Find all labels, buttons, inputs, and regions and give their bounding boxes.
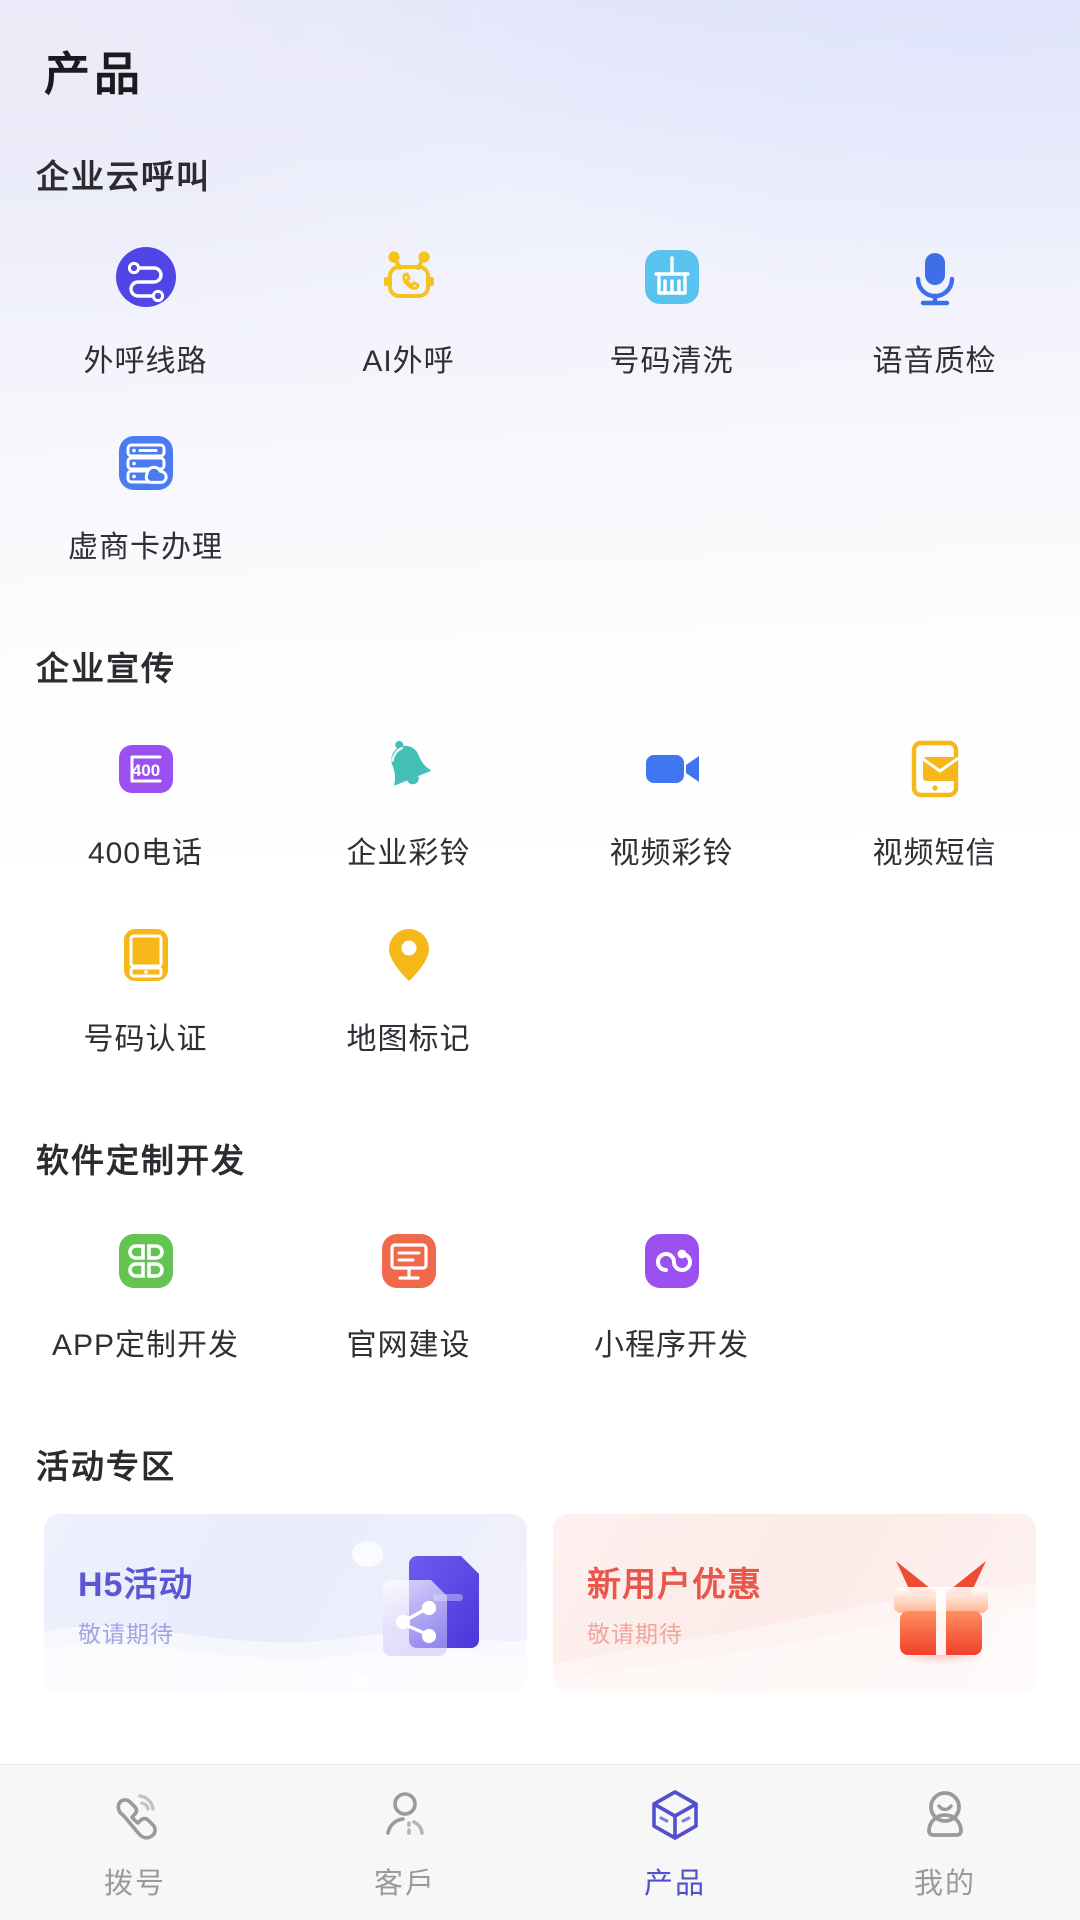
grid-item-label: 语音质检 — [872, 345, 997, 378]
section-cloud-call: 企业云呼叫 外呼线路 AI外呼 号码清洗 语音质检 虚商卡办理 — [0, 150, 1080, 596]
grid-item-label: 地图标记 — [346, 1023, 471, 1056]
grid-item-outbound-line[interactable]: 外呼线路 — [14, 224, 277, 396]
icon-grid: 外呼线路 AI外呼 号码清洗 语音质检 虚商卡办理 — [0, 224, 1080, 596]
mini-program-icon — [633, 1222, 711, 1300]
banner-text: 新用户优惠 敬请期待 — [553, 1557, 762, 1649]
banner-new-user-offer[interactable]: 新用户优惠 敬请期待 — [553, 1514, 1036, 1692]
scroll-content: 产品 企业云呼叫 外呼线路 AI外呼 号码清洗 语音质检 虚商卡办理 企业宣传 … — [0, 0, 1080, 1764]
grid-item-label: 号码清洗 — [609, 345, 734, 378]
grid-item-label: AI外呼 — [362, 345, 455, 378]
section-software-dev: 软件定制开发 APP定制开发 官网建设 小程序开发 — [0, 1134, 1080, 1394]
product-screen: 产品 企业云呼叫 外呼线路 AI外呼 号码清洗 语音质检 虚商卡办理 企业宣传 … — [0, 0, 1080, 1920]
cube-product-icon — [644, 1784, 706, 1846]
video-sms-icon — [896, 730, 974, 808]
banner-subtitle: 敬请期待 — [587, 1621, 683, 1647]
gift-box-art — [852, 1514, 1022, 1692]
app-grid-icon — [107, 1222, 185, 1300]
grid-item-label: 企业彩铃 — [346, 837, 471, 870]
activity-banner-row: H5活动 敬请期待 新用户优惠 敬请期待 — [0, 1514, 1080, 1692]
banner-h5-activity[interactable]: H5活动 敬请期待 — [44, 1514, 527, 1692]
grid-item-400-phone[interactable]: 400 400电话 — [14, 716, 277, 888]
grid-item-mini-program[interactable]: 小程序开发 — [540, 1208, 803, 1380]
video-camera-icon — [633, 730, 711, 808]
section-title: 软件定制开发 — [36, 1142, 246, 1179]
ai-robot-call-icon — [370, 238, 448, 316]
grid-item-website-build[interactable]: 官网建设 — [277, 1208, 540, 1380]
tab-label: 客戶 — [373, 1867, 436, 1900]
server-cloud-card-icon — [107, 424, 185, 502]
grid-item-number-certification[interactable]: 号码认证 — [14, 902, 277, 1074]
grid-item-ai-call[interactable]: AI外呼 — [277, 224, 540, 396]
bell-ringtone-icon — [370, 730, 448, 808]
bottom-tab-bar: 拨号 客戶 产品 我的 — [0, 1764, 1080, 1920]
outbound-line-icon — [107, 238, 185, 316]
grid-item-label: 外呼线路 — [83, 345, 208, 378]
section-title: 活动专区 — [36, 1448, 176, 1485]
grid-item-map-marker[interactable]: 地图标记 — [277, 902, 540, 1074]
tab-dial[interactable]: 拨号 — [0, 1784, 270, 1902]
grid-item-label: 号码认证 — [83, 1023, 208, 1056]
grid-item-label: 小程序开发 — [594, 1329, 749, 1362]
grid-item-label: APP定制开发 — [51, 1329, 240, 1362]
phone-dial-icon — [104, 1784, 166, 1846]
microphone-icon — [896, 238, 974, 316]
section-activity: 活动专区 H5活动 敬请期待 新用户优惠 敬请期待 — [0, 1440, 1080, 1692]
grid-item-voice-quality[interactable]: 语音质检 — [803, 224, 1066, 396]
number-cleaning-broom-icon — [633, 238, 711, 316]
grid-item-video-ringtone[interactable]: 视频彩铃 — [540, 716, 803, 888]
grid-item-label: 视频短信 — [872, 837, 997, 870]
banner-title: H5活动 — [78, 1566, 194, 1604]
icon-grid: APP定制开发 官网建设 小程序开发 — [0, 1208, 1080, 1394]
banner-title: 新用户优惠 — [587, 1566, 762, 1604]
tab-label: 拨号 — [103, 1867, 166, 1900]
svg-text:400: 400 — [131, 761, 159, 780]
banner-text: H5活动 敬请期待 — [44, 1557, 193, 1649]
400-phone-icon: 400 — [107, 730, 185, 808]
map-pin-icon — [370, 916, 448, 994]
icon-grid: 400 400电话 企业彩铃 视频彩铃 视频短信 号码认证 地图标记 — [0, 716, 1080, 1088]
grid-item-placeholder — [803, 1208, 1066, 1380]
grid-item-label: 视频彩铃 — [609, 837, 734, 870]
grid-item-app-development[interactable]: APP定制开发 — [14, 1208, 277, 1380]
tab-label: 我的 — [913, 1867, 976, 1900]
grid-item-number-cleaning[interactable]: 号码清洗 — [540, 224, 803, 396]
section-title: 企业云呼叫 — [36, 158, 211, 195]
share-document-art — [343, 1514, 513, 1692]
grid-item-video-sms[interactable]: 视频短信 — [803, 716, 1066, 888]
page-title: 产品 — [44, 48, 144, 100]
section-title: 企业宣传 — [36, 650, 176, 687]
banner-subtitle: 敬请期待 — [78, 1621, 174, 1647]
grid-item-label: 官网建设 — [346, 1329, 471, 1362]
tab-label: 产品 — [643, 1867, 706, 1900]
profile-person-icon — [914, 1784, 976, 1846]
monitor-website-icon — [370, 1222, 448, 1300]
tab-product[interactable]: 产品 — [540, 1784, 810, 1902]
grid-item-label: 400电话 — [87, 837, 204, 870]
grid-item-virtual-card[interactable]: 虚商卡办理 — [14, 410, 277, 582]
customer-person-icon — [374, 1784, 436, 1846]
phone-certification-icon — [107, 916, 185, 994]
tab-mine[interactable]: 我的 — [810, 1784, 1080, 1902]
tab-customer[interactable]: 客戶 — [270, 1784, 540, 1902]
grid-item-enterprise-ringtone[interactable]: 企业彩铃 — [277, 716, 540, 888]
section-promotion: 企业宣传 400 400电话 企业彩铃 视频彩铃 视频短信 号码认证 地图标记 — [0, 642, 1080, 1088]
grid-item-label: 虚商卡办理 — [68, 531, 223, 564]
